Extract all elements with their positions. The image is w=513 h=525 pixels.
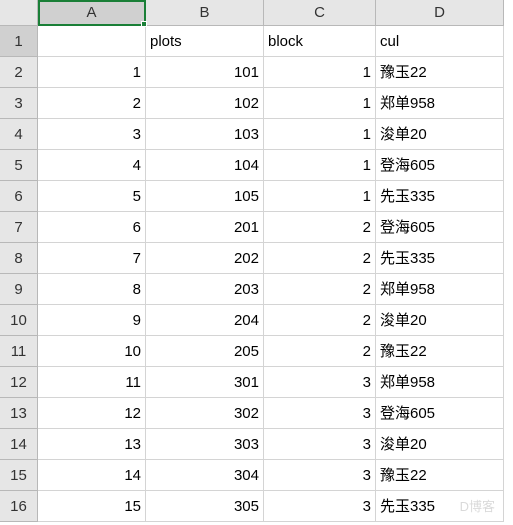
row-header-11[interactable]: 11 — [0, 336, 38, 367]
cell-B9[interactable]: 203 — [146, 274, 264, 305]
cell-B14[interactable]: 303 — [146, 429, 264, 460]
row-header-8[interactable]: 8 — [0, 243, 38, 274]
row-header-16[interactable]: 16 — [0, 491, 38, 522]
cell-B12[interactable]: 301 — [146, 367, 264, 398]
cell-D14[interactable]: 浚单20 — [376, 429, 504, 460]
cell-B15[interactable]: 304 — [146, 460, 264, 491]
cell-A15[interactable]: 14 — [38, 460, 146, 491]
cell-B4[interactable]: 103 — [146, 119, 264, 150]
cell-A1[interactable] — [38, 26, 146, 57]
cell-C3[interactable]: 1 — [264, 88, 376, 119]
row-header-4[interactable]: 4 — [0, 119, 38, 150]
cell-C16[interactable]: 3 — [264, 491, 376, 522]
cell-D9[interactable]: 郑单958 — [376, 274, 504, 305]
cell-D2[interactable]: 豫玉22 — [376, 57, 504, 88]
cell-C2[interactable]: 1 — [264, 57, 376, 88]
cell-A8[interactable]: 7 — [38, 243, 146, 274]
cell-A9[interactable]: 8 — [38, 274, 146, 305]
cell-D13[interactable]: 登海605 — [376, 398, 504, 429]
cell-A16[interactable]: 15 — [38, 491, 146, 522]
cell-D11[interactable]: 豫玉22 — [376, 336, 504, 367]
cell-D6[interactable]: 先玉335 — [376, 181, 504, 212]
cell-D3[interactable]: 郑单958 — [376, 88, 504, 119]
select-all-corner[interactable] — [0, 0, 38, 26]
cell-A7[interactable]: 6 — [38, 212, 146, 243]
cell-B8[interactable]: 202 — [146, 243, 264, 274]
cell-C7[interactable]: 2 — [264, 212, 376, 243]
cell-A5[interactable]: 4 — [38, 150, 146, 181]
cell-A11[interactable]: 10 — [38, 336, 146, 367]
cell-B1[interactable]: plots — [146, 26, 264, 57]
cell-A6[interactable]: 5 — [38, 181, 146, 212]
cell-C14[interactable]: 3 — [264, 429, 376, 460]
cell-B7[interactable]: 201 — [146, 212, 264, 243]
cell-D10[interactable]: 浚单20 — [376, 305, 504, 336]
cell-B6[interactable]: 105 — [146, 181, 264, 212]
row-header-14[interactable]: 14 — [0, 429, 38, 460]
row-header-1[interactable]: 1 — [0, 26, 38, 57]
cell-D4[interactable]: 浚单20 — [376, 119, 504, 150]
cell-C5[interactable]: 1 — [264, 150, 376, 181]
col-header-D[interactable]: D — [376, 0, 504, 26]
row-header-2[interactable]: 2 — [0, 57, 38, 88]
spreadsheet-grid[interactable]: A B C D 1 plots block cul 211011豫玉223210… — [0, 0, 513, 522]
col-header-C[interactable]: C — [264, 0, 376, 26]
cell-C1[interactable]: block — [264, 26, 376, 57]
cell-D5[interactable]: 登海605 — [376, 150, 504, 181]
cell-B13[interactable]: 302 — [146, 398, 264, 429]
cell-D7[interactable]: 登海605 — [376, 212, 504, 243]
cell-C12[interactable]: 3 — [264, 367, 376, 398]
cell-C10[interactable]: 2 — [264, 305, 376, 336]
cell-B3[interactable]: 102 — [146, 88, 264, 119]
cell-B11[interactable]: 205 — [146, 336, 264, 367]
cell-B5[interactable]: 104 — [146, 150, 264, 181]
row-header-6[interactable]: 6 — [0, 181, 38, 212]
row-header-10[interactable]: 10 — [0, 305, 38, 336]
row-header-12[interactable]: 12 — [0, 367, 38, 398]
cell-B16[interactable]: 305 — [146, 491, 264, 522]
cell-C9[interactable]: 2 — [264, 274, 376, 305]
row-header-3[interactable]: 3 — [0, 88, 38, 119]
row-header-9[interactable]: 9 — [0, 274, 38, 305]
row-header-7[interactable]: 7 — [0, 212, 38, 243]
cell-C4[interactable]: 1 — [264, 119, 376, 150]
row-header-5[interactable]: 5 — [0, 150, 38, 181]
cell-B2[interactable]: 101 — [146, 57, 264, 88]
cell-B10[interactable]: 204 — [146, 305, 264, 336]
cell-A3[interactable]: 2 — [38, 88, 146, 119]
cell-A10[interactable]: 9 — [38, 305, 146, 336]
cell-D16[interactable]: 先玉335 — [376, 491, 504, 522]
cell-A4[interactable]: 3 — [38, 119, 146, 150]
cell-C6[interactable]: 1 — [264, 181, 376, 212]
cell-C15[interactable]: 3 — [264, 460, 376, 491]
cell-D12[interactable]: 郑单958 — [376, 367, 504, 398]
cell-A14[interactable]: 13 — [38, 429, 146, 460]
cell-A2[interactable]: 1 — [38, 57, 146, 88]
cell-A12[interactable]: 11 — [38, 367, 146, 398]
cell-C8[interactable]: 2 — [264, 243, 376, 274]
cell-C13[interactable]: 3 — [264, 398, 376, 429]
row-header-15[interactable]: 15 — [0, 460, 38, 491]
row-header-13[interactable]: 13 — [0, 398, 38, 429]
col-header-A[interactable]: A — [38, 0, 146, 26]
cell-C11[interactable]: 2 — [264, 336, 376, 367]
cell-A13[interactable]: 12 — [38, 398, 146, 429]
cell-D8[interactable]: 先玉335 — [376, 243, 504, 274]
cell-D15[interactable]: 豫玉22 — [376, 460, 504, 491]
col-header-B[interactable]: B — [146, 0, 264, 26]
cell-D1[interactable]: cul — [376, 26, 504, 57]
